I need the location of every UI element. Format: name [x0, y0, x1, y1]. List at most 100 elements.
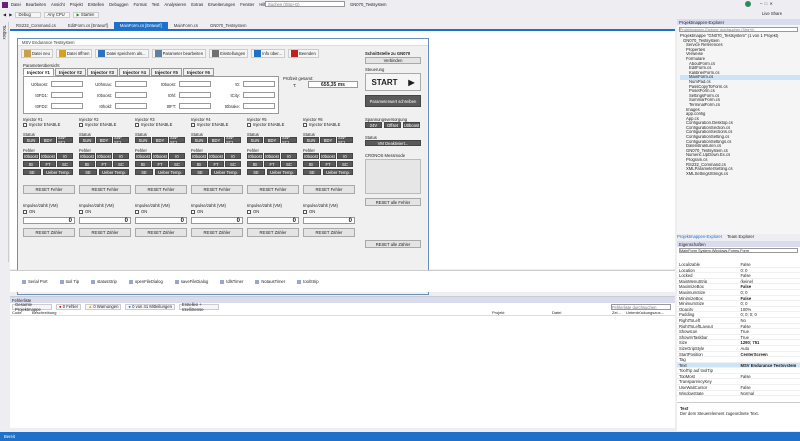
back-icon[interactable]: ◀ [3, 12, 6, 17]
status-button[interactable]: SUN [303, 137, 319, 143]
fehler-button[interactable]: I0 [169, 153, 185, 159]
on-checkbox[interactable]: ON [247, 209, 259, 214]
fehler-button[interactable]: I0boost [23, 153, 39, 159]
error-column-header[interactable]: Zei... [610, 310, 624, 315]
connect-button[interactable]: Verbinden [365, 57, 421, 64]
param-input[interactable] [243, 103, 275, 109]
errors-filter[interactable]: ● 0 Fehler [56, 303, 82, 310]
status-button[interactable]: SUN [23, 137, 39, 143]
fehler-button[interactable]: SC [281, 161, 297, 167]
tab-injector[interactable]: Injector #2 [54, 68, 86, 76]
tray-component[interactable]: statusStrip [91, 279, 117, 284]
reset-fehler-button[interactable]: RESET Fehler [79, 185, 131, 194]
property-value[interactable]: False [739, 284, 800, 289]
minimize-icon[interactable]: – [760, 1, 762, 6]
start-test-button[interactable]: START ▶ [365, 73, 421, 91]
fehler-button[interactable]: SC [225, 161, 241, 167]
status-button[interactable]: BDY [96, 137, 112, 143]
param-input[interactable] [179, 92, 211, 98]
tab-document[interactable]: EditForm.cs [Entwurf] [61, 22, 114, 29]
status-button[interactable]: SUN [191, 137, 207, 143]
build-select[interactable]: Erstellen + IntelliSense [178, 302, 219, 312]
reset-all-counters-button[interactable]: RESET alle Zähler [365, 240, 421, 248]
param-input[interactable] [115, 81, 147, 87]
menu-item[interactable]: Ansicht [51, 2, 65, 7]
fehler-button[interactable]: I0 [225, 153, 241, 159]
fehler-button[interactable]: SE [247, 169, 265, 175]
tray-component[interactable]: toolStrip [297, 279, 319, 284]
on-checkbox[interactable]: ON [303, 209, 315, 214]
property-value[interactable]: (keine) [739, 279, 800, 284]
injector-enable-checkbox[interactable]: Injector ENABLE [23, 122, 60, 127]
tree-item[interactable]: XMLSettingsStrings.cs [680, 172, 800, 177]
fehler-button[interactable]: tB [135, 161, 151, 167]
injector-enable-checkbox[interactable]: Injector ENABLE [247, 122, 284, 127]
checkbox-box[interactable] [135, 122, 139, 127]
tray-component[interactable]: openFileDialog [128, 279, 163, 284]
solution-tab[interactable]: Team Explorer [727, 234, 754, 240]
checkbox-box[interactable] [303, 209, 307, 214]
fehler-button[interactable]: I0 [337, 153, 353, 159]
fehler-button[interactable]: SC [169, 161, 185, 167]
fehler-button[interactable]: SE [135, 169, 153, 175]
tray-component[interactable]: Serial Port [22, 279, 48, 284]
form-toolbar-button[interactable]: Datei speichern als... [95, 49, 149, 58]
on-checkbox[interactable]: ON [191, 209, 203, 214]
spannung-button[interactable]: 24V [365, 122, 382, 128]
fehler-button[interactable]: I0boost [135, 153, 151, 159]
fehler-button[interactable]: I0boost [208, 153, 224, 159]
form-toolbar-button[interactable]: Info über... [251, 49, 286, 58]
injector-enable-checkbox[interactable]: Injector ENABLE [79, 122, 116, 127]
param-input[interactable] [115, 103, 147, 109]
fehler-button[interactable]: Ueber Temp. [99, 169, 129, 175]
param-input[interactable] [179, 81, 211, 87]
warnings-filter[interactable]: ▲ 0 Warnungen [85, 303, 122, 310]
param-input[interactable] [243, 92, 275, 98]
live-share-button[interactable]: Live Share [762, 11, 782, 16]
tray-component[interactable]: saveFileDialog [174, 279, 208, 284]
fehler-button[interactable]: tB [23, 161, 39, 167]
status-button[interactable]: SW-SCI [337, 135, 353, 145]
form-window[interactable]: MSV Endurance Testsystem Datei neu Datei … [17, 38, 429, 295]
status-button[interactable]: SUN [247, 137, 263, 143]
checkbox-box[interactable] [191, 209, 195, 214]
on-checkbox[interactable]: ON [79, 209, 91, 214]
fehler-button[interactable]: I0boost [320, 153, 336, 159]
fehler-button[interactable]: Ueber Temp. [323, 169, 353, 175]
reset-fehler-button[interactable]: RESET Fehler [247, 185, 299, 194]
start-button[interactable]: ▶ Starten [73, 11, 100, 18]
checkbox-box[interactable] [135, 209, 139, 214]
reset-all-errors-button[interactable]: RESET alle Fehler [365, 198, 421, 206]
param-input[interactable] [179, 103, 211, 109]
fehler-button[interactable]: tB [303, 161, 319, 167]
tray-component[interactable]: NotausTimer [255, 279, 285, 284]
error-search-input[interactable]: Fehlerliste durchsuchen [611, 303, 671, 310]
fehler-button[interactable]: tB [247, 161, 263, 167]
avatar[interactable] [745, 1, 751, 7]
tab-injector[interactable]: Injector #6 [182, 68, 214, 76]
tab-document[interactable]: MainForm.cs [Entwurf] [113, 22, 168, 29]
reset-zaehler-button[interactable]: RESET Zähler [247, 228, 299, 237]
status-button[interactable]: BDY [208, 137, 224, 143]
fehler-button[interactable]: tB [79, 161, 95, 167]
status-button[interactable]: BDY [264, 137, 280, 143]
on-checkbox[interactable]: ON [135, 209, 147, 214]
reset-zaehler-button[interactable]: RESET Zähler [191, 228, 243, 237]
menu-item[interactable]: Test [152, 2, 160, 7]
fehler-button[interactable]: FT [40, 161, 56, 167]
property-value[interactable]: 0; 0 [739, 290, 800, 295]
status-button[interactable]: SW-SCI [281, 135, 297, 145]
param-write-button[interactable]: Parameterwert schreiben [365, 95, 421, 107]
property-value[interactable] [739, 379, 800, 384]
menu-item[interactable]: Datei [11, 2, 21, 7]
error-column-header[interactable]: Datei [550, 310, 610, 315]
injector-enable-checkbox[interactable]: Injector ENABLE [191, 122, 228, 127]
fehler-button[interactable]: SE [23, 169, 41, 175]
fehler-button[interactable]: SC [57, 161, 73, 167]
param-input[interactable] [51, 92, 83, 98]
checkbox-box[interactable] [79, 122, 83, 127]
fehler-button[interactable]: I0boost [152, 153, 168, 159]
fehler-button[interactable]: Ueber Temp. [155, 169, 185, 175]
fehler-button[interactable]: SE [79, 169, 97, 175]
fehler-button[interactable]: Ueber Temp. [267, 169, 297, 175]
